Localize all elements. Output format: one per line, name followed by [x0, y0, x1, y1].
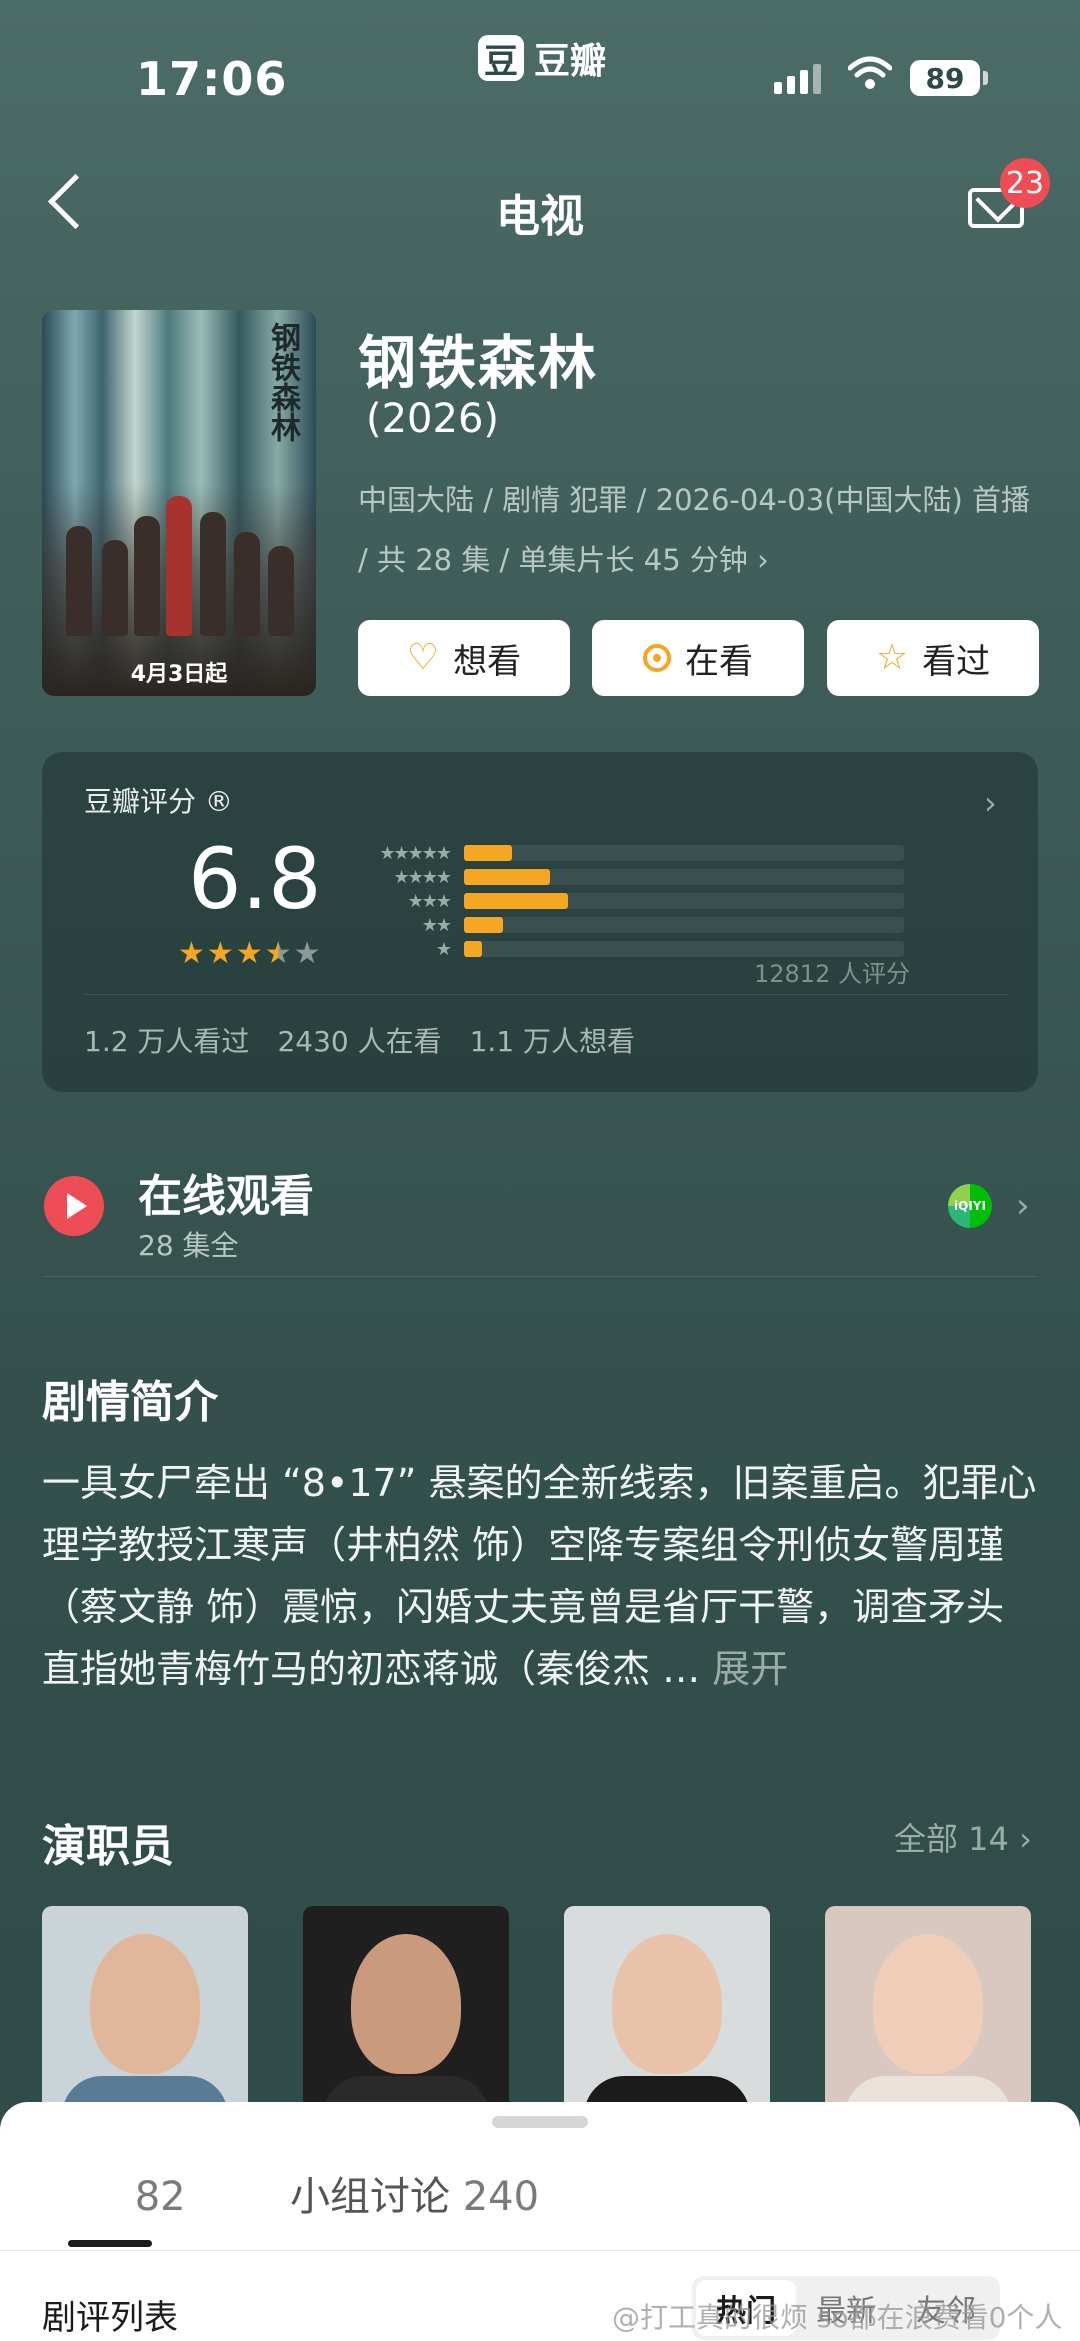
rating-bar [464, 845, 512, 861]
poster-image[interactable]: 钢铁森林 4月3日起 [42, 310, 316, 696]
rating-stars: ★ ★ ★ ★ ★ [178, 936, 321, 971]
rating-bar [464, 941, 482, 957]
expand-link[interactable]: 展开 [712, 1647, 788, 1691]
star-icon: ★ [235, 936, 263, 971]
row-stars: ★★★★ [393, 866, 452, 888]
watched-button[interactable]: ☆ 看过 [827, 620, 1039, 696]
watching-count: 2430 人在看 [277, 1025, 442, 1058]
cast-heading: 演职员 [42, 1821, 174, 1872]
show-meta-text: 中国大陆 / 剧情 犯罪 / 2026-04-03(中国大陆) 首播 / 共 2… [358, 483, 1031, 577]
rating-row-3: ★★★ [350, 890, 904, 912]
half-star-icon: ★ [264, 936, 292, 971]
rating-label: 豆瓣评分 ® [84, 785, 233, 818]
watching-button[interactable]: 在看 [592, 620, 804, 696]
app-indicator: 豆 豆瓣 [478, 32, 606, 84]
tab-reviews-count: 82 [134, 2174, 186, 2220]
wifi-icon [848, 56, 892, 89]
divider [0, 2250, 1080, 2251]
cast-all-link[interactable]: 全部 14 › [894, 1814, 1032, 1860]
tab-reviews[interactable]: 剧评 82 [42, 2164, 186, 2222]
signal-icon [774, 64, 821, 94]
want-to-watch-label: 想看 [453, 641, 522, 682]
watched-label: 看过 [922, 641, 991, 682]
tab-group-count: 240 [462, 2174, 540, 2220]
show-year: (2026) [366, 396, 500, 442]
divider [42, 1276, 1038, 1277]
row-stars: ★★ [421, 914, 452, 936]
rating-bar [464, 869, 551, 885]
meta-chevron-icon: › [757, 543, 769, 577]
star-icon: ☆ [875, 637, 909, 678]
synopsis-heading: 剧情简介 [42, 1377, 218, 1428]
battery-indicator: 89 [910, 60, 980, 96]
watermark: @打工真的很烦 so都在浪费看0个人 [612, 2301, 1063, 2334]
review-list-title: 剧评列表 [42, 2298, 178, 2338]
rating-row-4: ★★★★ [350, 866, 904, 888]
tab-group-discussion[interactable]: 小组讨论 240 [290, 2164, 539, 2222]
show-meta[interactable]: 中国大陆 / 剧情 犯罪 / 2026-04-03(中国大陆) 首播 / 共 2… [358, 470, 1038, 590]
play-icon[interactable] [44, 1176, 104, 1236]
rating-stats: 1.2 万人看过 2430 人在看 1.1 万人想看 [84, 1020, 635, 1060]
want-to-watch-button[interactable]: ♡ 想看 [358, 620, 570, 696]
poster-date: 4月3日起 [130, 662, 228, 687]
watched-count: 1.2 万人看过 [84, 1025, 250, 1058]
sheet-handle[interactable] [492, 2116, 588, 2128]
page-title: 电视 [496, 191, 584, 242]
cast-photo[interactable] [825, 1906, 1031, 2116]
battery-tip [983, 71, 988, 85]
active-tab-indicator [68, 2240, 152, 2247]
tab-group-label: 小组讨论 [290, 2174, 450, 2220]
chevron-right-icon[interactable]: › [1016, 1186, 1030, 1226]
rating-row-2: ★★ [350, 914, 904, 936]
row-stars: ★ [435, 938, 452, 960]
rating-chevron-icon[interactable]: › [984, 784, 997, 822]
cast-photo[interactable] [42, 1906, 248, 2116]
rating-count: 12812 人评分 [754, 960, 910, 988]
heart-plus-icon: ♡ [406, 637, 440, 678]
rating-row-5: ★★★★★ [350, 842, 904, 864]
mail-badge: 23 [1000, 158, 1050, 208]
douban-logo-icon: 豆 [478, 35, 524, 82]
rating-score: 6.8 [188, 830, 322, 928]
row-stars: ★★★ [407, 890, 452, 912]
watching-label: 在看 [685, 641, 753, 682]
cast-photo[interactable] [303, 1906, 509, 2116]
online-watch-subtitle: 28 集全 [138, 1229, 239, 1262]
rating-bar [464, 893, 568, 909]
tab-reviews-label: 剧评 [42, 2174, 122, 2220]
app-name: 豆瓣 [534, 41, 607, 82]
online-watch-title[interactable]: 在线观看 [138, 1160, 314, 1224]
rating-bar [464, 917, 503, 933]
synopsis-body: 一具女尸牵出 “8•17” 悬案的全新线索，旧案重启。犯罪心理学教授江寒声（井柏… [42, 1461, 1037, 1691]
cast-photo[interactable] [564, 1906, 770, 2116]
star-icon: ★ [293, 936, 321, 971]
star-icon: ★ [206, 936, 234, 971]
want-count: 1.1 万人想看 [469, 1025, 636, 1058]
rating-distribution: ★★★★★ ★★★★ ★★★ ★★ ★ [350, 842, 904, 962]
star-icon: ★ [178, 936, 205, 971]
synopsis-text[interactable]: 一具女尸牵出 “8•17” 悬案的全新线索，旧案重启。犯罪心理学教授江寒声（井柏… [42, 1452, 1042, 1700]
divider [84, 994, 1008, 995]
row-stars: ★★★★★ [379, 842, 452, 864]
show-title: 钢铁森林 [358, 329, 599, 397]
iqiyi-icon[interactable]: iQIYI [948, 1184, 992, 1228]
status-time: 17:06 [136, 52, 288, 106]
poster-title-art: 钢铁森林 [265, 322, 300, 442]
ring-icon [643, 644, 671, 672]
